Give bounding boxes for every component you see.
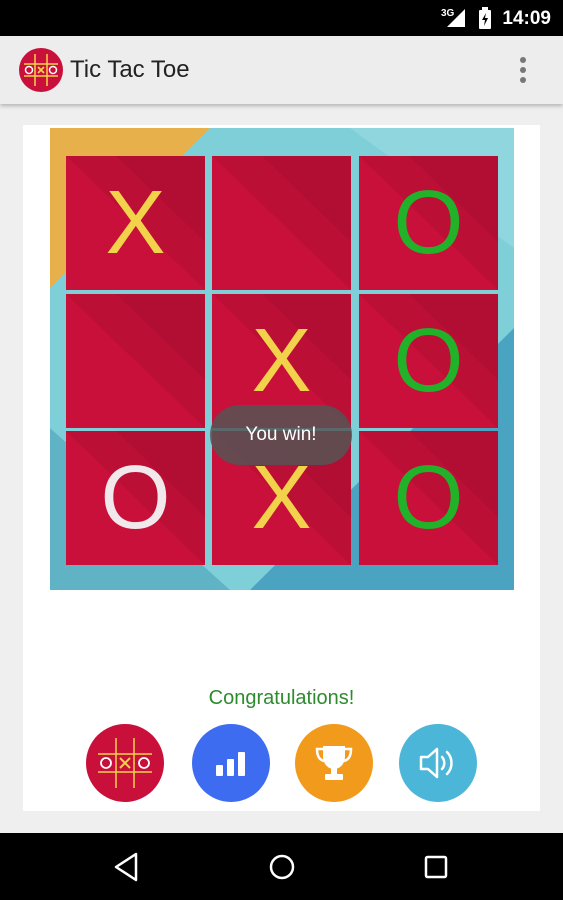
clock: 14:09 <box>502 8 551 29</box>
navigation-bar <box>0 833 563 900</box>
empty-mark <box>66 294 205 428</box>
board-cell-1-2[interactable] <box>212 156 351 290</box>
board-cell-1-3[interactable]: O <box>359 156 498 290</box>
new-game-button[interactable] <box>86 724 164 802</box>
bar-chart-icon <box>216 752 245 776</box>
speaker-icon <box>419 747 453 779</box>
leaderboard-button[interactable] <box>192 724 270 802</box>
o-mark: O <box>393 448 464 548</box>
tic-tac-toe-logo-icon <box>19 48 63 92</box>
board-cell-3-3[interactable]: O <box>359 431 498 565</box>
sound-button[interactable] <box>399 724 477 802</box>
result-message: Congratulations! <box>208 687 355 709</box>
trophy-icon <box>315 746 353 780</box>
toast-message: You win! <box>210 405 352 465</box>
home-icon[interactable] <box>265 850 299 884</box>
board-cell-1-1[interactable]: X <box>66 156 205 290</box>
achievements-button[interactable] <box>295 724 373 802</box>
status-bar: 3G 14:09 <box>0 0 563 36</box>
o-mark: O <box>100 448 171 548</box>
app-bar: Tic Tac Toe <box>0 36 563 104</box>
signal-icon <box>447 9 465 27</box>
x-mark: X <box>105 173 166 273</box>
overflow-menu-icon[interactable] <box>513 54 533 86</box>
recents-icon[interactable] <box>419 850 453 884</box>
o-mark: O <box>393 173 464 273</box>
board-cell-3-1[interactable]: O <box>66 431 205 565</box>
board-cell-2-1[interactable] <box>66 294 205 428</box>
app-title: Tic Tac Toe <box>70 56 190 83</box>
back-icon[interactable] <box>110 850 144 884</box>
oxo-grid-icon <box>98 738 152 788</box>
o-mark: O <box>393 311 464 411</box>
battery-icon <box>479 7 491 29</box>
empty-mark <box>212 156 351 290</box>
board-cell-2-3[interactable]: O <box>359 294 498 428</box>
